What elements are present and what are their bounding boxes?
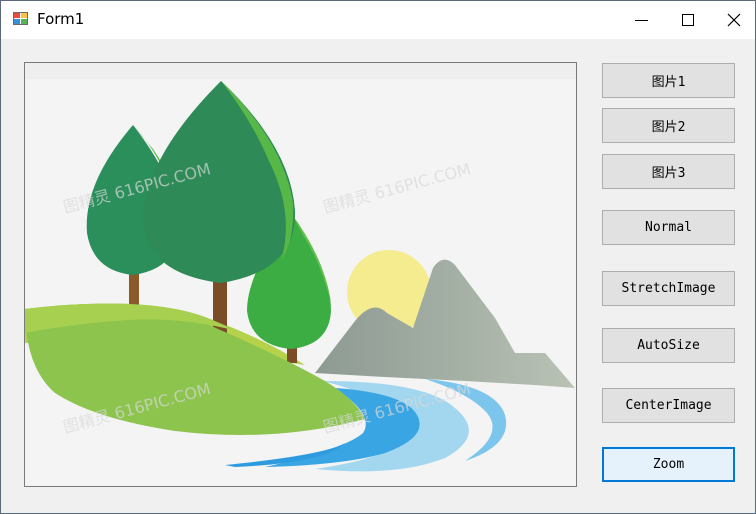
autosize-button[interactable]: AutoSize bbox=[602, 328, 735, 363]
window-title: Form1 bbox=[37, 10, 85, 28]
zoom-button[interactable]: Zoom bbox=[602, 447, 735, 482]
center-image-button[interactable]: CenterImage bbox=[602, 388, 735, 423]
minimize-button[interactable] bbox=[619, 1, 665, 39]
minimize-icon bbox=[635, 20, 648, 21]
title-bar[interactable]: Form1 bbox=[1, 1, 755, 39]
image3-button[interactable]: 图片3 bbox=[602, 154, 735, 189]
normal-mode-button[interactable]: Normal bbox=[602, 210, 735, 245]
image1-button[interactable]: 图片1 bbox=[602, 63, 735, 98]
close-button[interactable] bbox=[711, 1, 755, 39]
picture-box: 图精灵 616PIC.COM 图精灵 616PIC.COM 图精灵 616PIC… bbox=[24, 62, 577, 487]
form-icon bbox=[13, 11, 29, 27]
image2-button[interactable]: 图片2 bbox=[602, 108, 735, 143]
close-icon bbox=[727, 13, 741, 27]
form-window: Form1 图精灵 616PIC.COM 图精灵 616PIC.COM 图精灵 … bbox=[0, 0, 756, 514]
landscape-image: 图精灵 616PIC.COM 图精灵 616PIC.COM 图精灵 616PIC… bbox=[25, 63, 576, 486]
maximize-icon bbox=[682, 14, 694, 26]
stretch-image-button[interactable]: StretchImage bbox=[602, 271, 735, 306]
maximize-button[interactable] bbox=[665, 1, 711, 39]
